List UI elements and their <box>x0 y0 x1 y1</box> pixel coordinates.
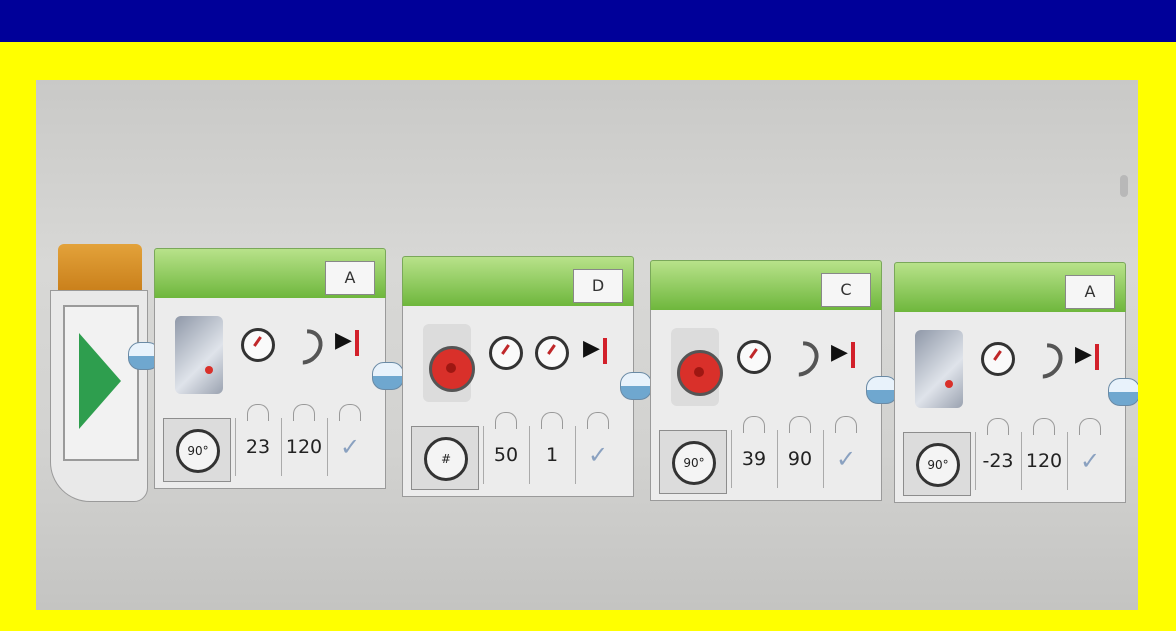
block-header: A <box>894 262 1126 314</box>
brake-icon: ▶ <box>831 340 848 365</box>
brake-checkbox[interactable]: ✓ <box>823 430 868 488</box>
power-gauge-icon <box>489 336 523 370</box>
power-gauge-icon <box>981 342 1015 376</box>
brake-icon: ▶ <box>335 328 352 353</box>
large-motor-icon[interactable] <box>175 316 223 394</box>
power-input[interactable]: 50 <box>483 426 528 484</box>
sequence-connector <box>1108 378 1138 406</box>
port-selector[interactable]: D <box>573 269 623 303</box>
large-motor-icon[interactable] <box>915 330 963 408</box>
rotation-arc-icon <box>776 334 826 384</box>
medium-motor-icon[interactable] <box>423 324 475 402</box>
move-block[interactable]: D ▶ # 50 1 ✓ <box>402 256 634 497</box>
top-banner <box>0 0 1176 42</box>
block-body: ▶ 90° -23 120 ✓ <box>894 312 1126 503</box>
brake-checkbox[interactable]: ✓ <box>575 426 620 484</box>
rotations-mode-icon: 90° <box>176 429 220 473</box>
port-selector[interactable]: A <box>1065 275 1115 309</box>
rotations-input[interactable]: 120 <box>1021 432 1066 490</box>
mode-selector[interactable]: # <box>411 426 479 490</box>
block-body: ▶ 90° 39 90 ✓ <box>650 310 882 501</box>
move-block[interactable]: A ▶ 90° -23 120 ✓ <box>894 262 1126 503</box>
brake-bar <box>1095 344 1099 370</box>
brake-bar <box>851 342 855 368</box>
mode-selector[interactable]: 90° <box>163 418 231 482</box>
power-input[interactable]: 39 <box>731 430 776 488</box>
play-button[interactable] <box>63 305 139 461</box>
block-header: A <box>154 248 386 300</box>
sequence-connector <box>372 362 404 390</box>
move-block[interactable]: C ▶ 90° 39 90 ✓ <box>650 260 882 501</box>
rotations-mode-icon: 90° <box>916 443 960 487</box>
start-block-body <box>50 290 148 502</box>
start-block-header <box>58 244 142 292</box>
sequence-connector <box>620 372 652 400</box>
rotations-mode-icon: 90° <box>672 441 716 485</box>
port-selector[interactable]: C <box>821 273 871 307</box>
block-body: ▶ # 50 1 ✓ <box>402 306 634 497</box>
power-input[interactable]: 23 <box>235 418 280 476</box>
rotation-arc-icon <box>280 322 330 372</box>
move-block[interactable]: A ▶ 90° 23 120 ✓ <box>154 248 386 489</box>
program-canvas[interactable]: A ▶ 90° 23 120 ✓ D ▶ # 50 1 ✓ C ▶ 90° 39… <box>36 80 1138 610</box>
rotations-input[interactable]: 120 <box>281 418 326 476</box>
medium-motor-icon[interactable] <box>671 328 723 406</box>
start-block[interactable] <box>50 244 148 502</box>
power-gauge-icon <box>737 340 771 374</box>
degrees-input[interactable]: 1 <box>529 426 574 484</box>
degrees-mode-icon: # <box>424 437 468 481</box>
count-icon <box>535 336 569 370</box>
power-input[interactable]: -23 <box>975 432 1020 490</box>
brake-bar <box>355 330 359 356</box>
block-body: ▶ 90° 23 120 ✓ <box>154 298 386 489</box>
scroll-handle[interactable] <box>1120 175 1128 197</box>
brake-checkbox[interactable]: ✓ <box>1067 432 1112 490</box>
mode-selector[interactable]: 90° <box>903 432 971 496</box>
power-gauge-icon <box>241 328 275 362</box>
block-header: D <box>402 256 634 308</box>
port-selector[interactable]: A <box>325 261 375 295</box>
play-icon <box>79 333 121 429</box>
rotations-input[interactable]: 90 <box>777 430 822 488</box>
block-header: C <box>650 260 882 312</box>
brake-bar <box>603 338 607 364</box>
brake-icon: ▶ <box>1075 342 1092 367</box>
rotation-arc-icon <box>1020 336 1070 386</box>
mode-selector[interactable]: 90° <box>659 430 727 494</box>
brake-icon: ▶ <box>583 336 600 361</box>
brake-checkbox[interactable]: ✓ <box>327 418 372 476</box>
